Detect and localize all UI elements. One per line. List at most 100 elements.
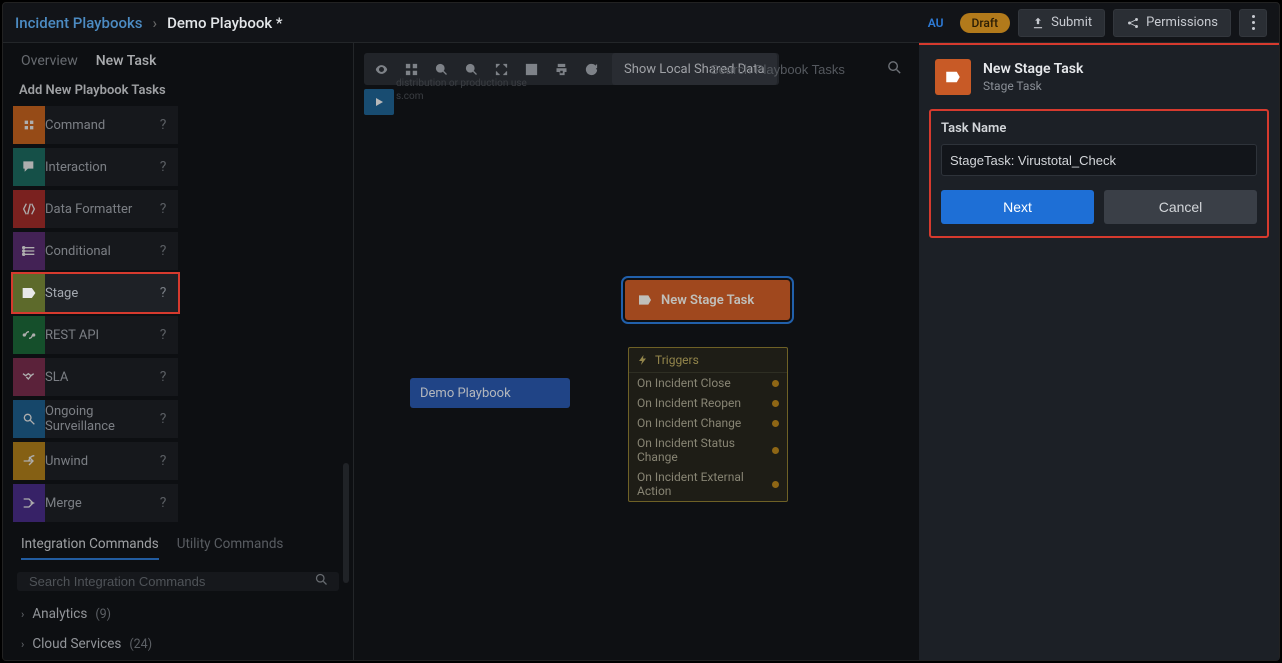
help-icon[interactable]: ? <box>154 201 172 217</box>
run-button[interactable] <box>364 89 394 115</box>
help-icon[interactable]: ? <box>154 243 172 259</box>
node-stage-label: New Stage Task <box>661 293 754 308</box>
chevron-right-icon: › <box>21 608 24 621</box>
sla-icon <box>13 358 45 396</box>
search-icon[interactable] <box>886 59 903 80</box>
upload-icon <box>1031 16 1045 30</box>
category-count: (24) <box>129 637 152 652</box>
breadcrumb-root[interactable]: Incident Playbooks <box>15 14 143 32</box>
task-type-label: Merge <box>45 496 154 511</box>
category-count: (9) <box>95 607 111 622</box>
submit-label: Submit <box>1051 15 1092 30</box>
stage-icon-box <box>935 59 971 95</box>
task-type-label: Ongoing Surveillance <box>45 404 154 434</box>
right-panel: New Stage Task Stage Task Task Name Next… <box>919 43 1279 660</box>
search-icon <box>314 572 329 591</box>
more-menu[interactable] <box>1239 9 1267 37</box>
trigger-row[interactable]: On Incident Reopen <box>629 393 787 413</box>
task-type-interaction[interactable]: Interaction? <box>13 148 178 186</box>
add-tasks-header: Add New Playbook Tasks <box>3 77 353 106</box>
chevron-right-icon: › <box>21 638 24 651</box>
kebab-icon <box>1252 14 1255 32</box>
panel-subtitle: Stage Task <box>983 79 1083 93</box>
trigger-row[interactable]: On Incident External Action <box>629 467 787 501</box>
submit-button[interactable]: Submit <box>1018 9 1105 37</box>
task-type-label: Stage <box>45 286 154 301</box>
task-type-label: Conditional <box>45 244 154 259</box>
task-name-form: Task Name Next Cancel <box>929 109 1269 238</box>
node-start[interactable]: Demo Playbook <box>410 378 570 408</box>
interaction-icon <box>13 148 45 186</box>
draft-badge[interactable]: Draft <box>960 13 1011 33</box>
status-dot-icon <box>772 481 779 488</box>
trigger-row[interactable]: On Incident Change <box>629 413 787 433</box>
task-type-merge[interactable]: Merge? <box>13 484 178 522</box>
task-type-sla[interactable]: SLA? <box>13 358 178 396</box>
category-credential-management[interactable]: ›Credential Management(1) <box>11 659 345 660</box>
status-dot-icon <box>772 400 779 407</box>
task-type-restapi[interactable]: REST API? <box>13 316 178 354</box>
help-icon[interactable]: ? <box>154 285 172 301</box>
next-button[interactable]: Next <box>941 190 1094 224</box>
category-label: Cloud Services <box>32 636 121 652</box>
category-cloud-services[interactable]: › Cloud Services (24) <box>11 629 345 659</box>
trigger-label: On Incident Reopen <box>637 396 741 410</box>
print-icon[interactable] <box>546 53 576 85</box>
help-icon[interactable]: ? <box>154 159 172 175</box>
task-type-label: Data Formatter <box>45 202 154 217</box>
breadcrumb-current: Demo Playbook * <box>167 14 283 32</box>
refresh-icon[interactable] <box>576 53 606 85</box>
trigger-row[interactable]: On Incident Close <box>629 373 787 393</box>
task-type-surveillance[interactable]: Ongoing Surveillance? <box>13 400 178 438</box>
stage-icon <box>944 68 962 86</box>
bolt-icon <box>637 354 649 366</box>
task-type-label: REST API <box>45 328 154 343</box>
eye-icon[interactable] <box>366 53 396 85</box>
search-integration[interactable] <box>17 572 339 591</box>
trigger-label: On Incident Status Change <box>637 436 772 464</box>
scrollbar[interactable] <box>343 463 349 583</box>
category-analytics[interactable]: › Analytics (9) <box>11 599 345 629</box>
triggers-box[interactable]: Triggers On Incident Close On Incident Re… <box>628 347 788 502</box>
left-panel: Overview New Task Add New Playbook Tasks… <box>3 43 354 660</box>
task-type-dataformatter[interactable]: Data Formatter? <box>13 190 178 228</box>
node-start-label: Demo Playbook <box>420 386 511 401</box>
cancel-button[interactable]: Cancel <box>1104 190 1257 224</box>
restapi-icon <box>13 316 45 354</box>
task-name-input[interactable] <box>941 144 1257 176</box>
breadcrumb: Incident Playbooks › Demo Playbook * <box>15 14 283 32</box>
subtab-integration[interactable]: Integration Commands <box>21 536 159 560</box>
category-label: Analytics <box>32 606 87 622</box>
trigger-label: On Incident External Action <box>637 470 772 498</box>
task-type-command[interactable]: Command? <box>13 106 178 144</box>
dataformatter-icon <box>13 190 45 228</box>
panel-title: New Stage Task <box>983 61 1083 77</box>
help-icon[interactable]: ? <box>154 453 172 469</box>
trigger-row[interactable]: On Incident Status Change <box>629 433 787 467</box>
help-icon[interactable]: ? <box>154 327 172 343</box>
merge-icon <box>13 484 45 522</box>
command-icon <box>13 106 45 144</box>
search-playbook-input[interactable] <box>708 61 878 78</box>
node-stage-task[interactable]: New Stage Task <box>625 280 790 320</box>
help-icon[interactable]: ? <box>154 369 172 385</box>
tab-new-task[interactable]: New Task <box>96 53 157 69</box>
task-type-stage[interactable]: Stage? <box>13 274 178 312</box>
task-type-unwind[interactable]: Unwind? <box>13 442 178 480</box>
help-icon[interactable]: ? <box>154 117 172 133</box>
permissions-button[interactable]: Permissions <box>1113 9 1231 37</box>
conditional-icon <box>13 232 45 270</box>
canvas[interactable]: Show Local Shared Data distribution or p… <box>354 43 919 660</box>
task-type-conditional[interactable]: Conditional? <box>13 232 178 270</box>
help-icon[interactable]: ? <box>154 411 172 427</box>
user-badge[interactable]: AU <box>920 16 952 30</box>
triggers-header: Triggers <box>655 353 699 367</box>
task-type-label: SLA <box>45 370 154 385</box>
subtab-utility[interactable]: Utility Commands <box>177 536 284 560</box>
share-icon <box>1126 16 1140 30</box>
search-integration-input[interactable] <box>27 573 314 590</box>
help-icon[interactable]: ? <box>154 495 172 511</box>
stage-icon <box>637 292 653 308</box>
watermark: distribution or production use s.com <box>396 77 527 103</box>
tab-overview[interactable]: Overview <box>21 53 78 69</box>
